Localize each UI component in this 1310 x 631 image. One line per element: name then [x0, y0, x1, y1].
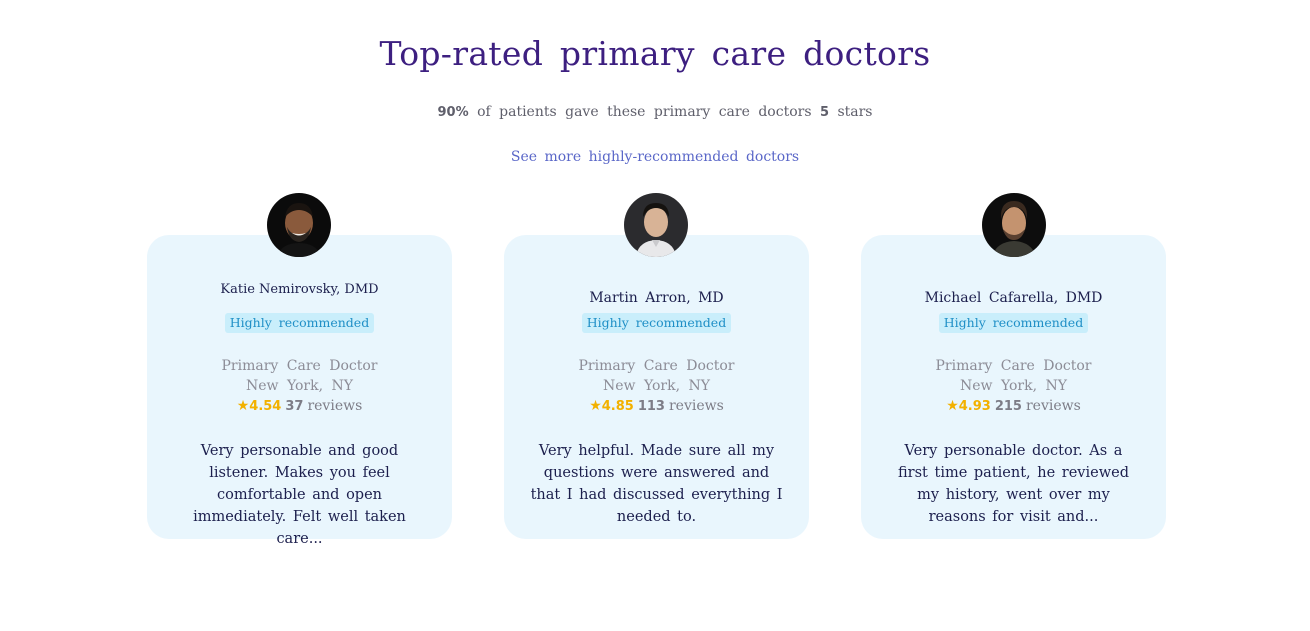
doctor-avatar[interactable]	[982, 193, 1046, 257]
star-icon: ★	[236, 398, 250, 414]
subtitle: 90% of patients gave these primary care …	[0, 104, 1310, 120]
rating-score: 4.85	[601, 399, 634, 414]
subtitle-text-a: of patients gave these primary care doct…	[477, 104, 812, 120]
rating-row: ★4.93 215 reviews	[861, 398, 1166, 414]
reviews-label: reviews	[668, 398, 724, 414]
doctor-location: New York, NY	[603, 378, 710, 394]
doctor-name[interactable]: Martin Arron, MD	[504, 290, 809, 306]
reviews-label: reviews	[1025, 398, 1081, 414]
review-excerpt: Very helpful. Made sure all my questions…	[530, 443, 783, 525]
doctor-name[interactable]: Michael Cafarella, DMD	[861, 290, 1166, 306]
reviews-label: reviews	[307, 398, 363, 414]
review-count: 113	[637, 399, 665, 414]
rating-score: 4.54	[249, 399, 282, 414]
subtitle-stars-count: 5	[819, 105, 829, 120]
subtitle-text-b: stars	[837, 104, 873, 120]
rating-score: 4.93	[958, 399, 991, 414]
doctor-card[interactable]: Martin Arron, MD Highly recommended Prim…	[504, 235, 809, 539]
star-icon: ★	[589, 398, 602, 414]
doctor-card[interactable]: Katie Nemirovsky, DMD Highly recommended…	[147, 235, 452, 547]
highly-recommended-badge: Highly recommended	[938, 313, 1089, 333]
doctor-avatar[interactable]	[267, 193, 331, 257]
doctor-specialty: Primary Care Doctor	[221, 358, 378, 374]
page-title: Top-rated primary care doctors	[379, 34, 931, 73]
subtitle-percent: 90%	[437, 105, 469, 120]
doctor-card[interactable]: Michael Cafarella, DMD Highly recommende…	[861, 235, 1166, 539]
highly-recommended-badge: Highly recommended	[581, 313, 732, 333]
doctor-location: New York, NY	[246, 378, 353, 394]
doctor-specialty: Primary Care Doctor	[935, 358, 1092, 374]
rating-row: ★4.54 37 reviews	[147, 398, 452, 414]
highly-recommended-badge: Highly recommended	[224, 313, 375, 333]
review-excerpt: Very personable doctor. As a first time …	[898, 443, 1129, 525]
doctor-specialty: Primary Care Doctor	[578, 358, 735, 374]
review-count: 215	[994, 399, 1022, 414]
rating-row: ★4.85 113 reviews	[504, 398, 809, 414]
review-count: 37	[285, 399, 304, 414]
star-icon: ★	[946, 398, 959, 414]
doctor-location: New York, NY	[960, 378, 1067, 394]
doctor-name[interactable]: Katie Nemirovsky, DMD	[147, 282, 452, 297]
see-more-doctors-link[interactable]: See more highly-recommended doctors	[0, 149, 1310, 165]
doctor-avatar[interactable]	[624, 193, 688, 257]
review-excerpt: Very personable and good listener. Makes…	[193, 443, 406, 547]
